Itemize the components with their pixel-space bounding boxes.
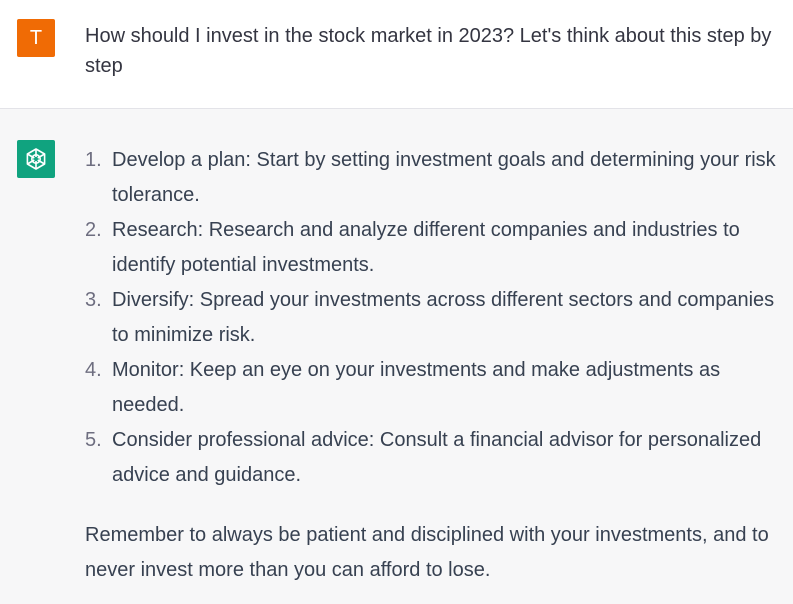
list-item-text: Research: Research and analyze different…: [112, 219, 740, 276]
closing-paragraph: Remember to always be patient and discip…: [85, 524, 769, 581]
list-item: 5. Consider professional advice: Consult…: [85, 423, 787, 493]
list-item: 4. Monitor: Keep an eye on your investme…: [85, 353, 787, 423]
chat-thread: T How should I invest in the stock marke…: [0, 0, 793, 604]
list-item: 2. Research: Research and analyze differ…: [85, 213, 787, 283]
list-item-number: 5.: [85, 429, 102, 451]
list-item-number: 3.: [85, 289, 102, 311]
list-item-text: Diversify: Spread your investments acros…: [112, 289, 775, 346]
openai-logo-icon: [26, 148, 46, 170]
list-item: 1. Develop a plan: Start by setting inve…: [85, 143, 787, 213]
user-message-text: How should I invest in the stock market …: [85, 25, 772, 77]
list-item: 3. Diversify: Spread your investments ac…: [85, 283, 787, 353]
user-avatar-letter: T: [29, 26, 43, 49]
list-item-text: Develop a plan: Start by setting investm…: [112, 149, 776, 206]
list-item-number: 4.: [85, 359, 102, 381]
user-message-row: T How should I invest in the stock marke…: [0, 0, 793, 109]
list-item-text: Monitor: Keep an eye on your investments…: [112, 359, 721, 416]
assistant-message-body: 1. Develop a plan: Start by setting inve…: [85, 143, 787, 588]
assistant-avatar: [17, 140, 55, 178]
assistant-message-row: 1. Develop a plan: Start by setting inve…: [0, 109, 793, 604]
list-item-text: Consider professional advice: Consult a …: [112, 429, 762, 486]
steps-list: 1. Develop a plan: Start by setting inve…: [85, 143, 787, 493]
list-item-number: 2.: [85, 219, 102, 241]
user-avatar: T: [17, 19, 55, 57]
list-item-number: 1.: [85, 149, 102, 171]
